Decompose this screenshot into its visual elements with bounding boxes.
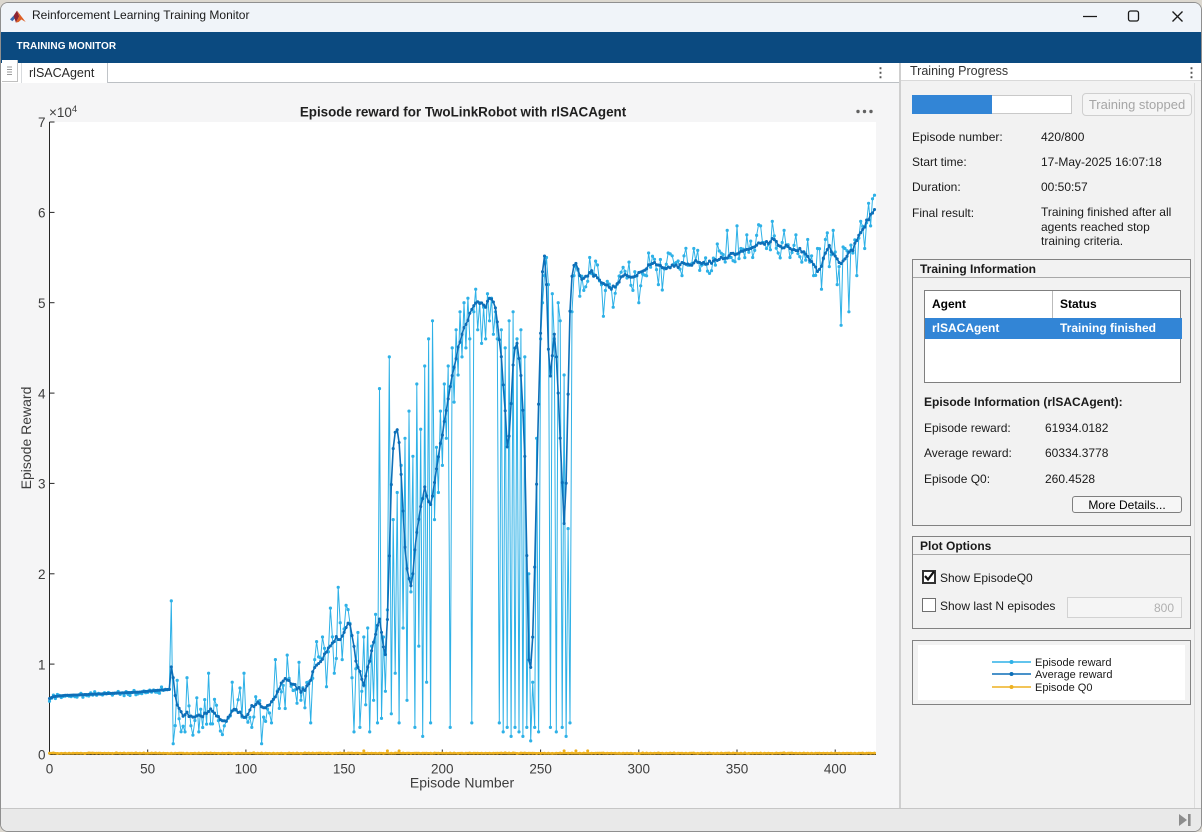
svg-text:Episode Q0: Episode Q0: [1035, 682, 1092, 694]
svg-text:150: 150: [333, 762, 356, 777]
svg-text:Episode Number: Episode Number: [410, 775, 515, 791]
svg-text:7: 7: [38, 115, 46, 130]
svg-text:0: 0: [38, 748, 46, 763]
svg-text:Episode Reward: Episode Reward: [18, 387, 34, 490]
svg-text:Average reward: Average reward: [1035, 669, 1112, 681]
svg-text:350: 350: [726, 762, 749, 777]
svg-text:Episode reward: Episode reward: [1035, 657, 1111, 669]
svg-text:250: 250: [529, 762, 552, 777]
svg-text:100: 100: [235, 762, 258, 777]
svg-text:300: 300: [628, 762, 651, 777]
svg-text:6: 6: [38, 206, 46, 221]
svg-text:1: 1: [38, 657, 46, 672]
svg-text:400: 400: [824, 762, 847, 777]
svg-text:5: 5: [38, 296, 46, 311]
svg-text:2: 2: [38, 567, 46, 582]
svg-text:4: 4: [38, 386, 46, 401]
svg-text:Episode reward for TwoLinkRobo: Episode reward for TwoLinkRobot with rlS…: [300, 105, 627, 120]
svg-text:3: 3: [38, 477, 46, 492]
svg-text:50: 50: [140, 762, 155, 777]
svg-text:0: 0: [46, 762, 54, 777]
